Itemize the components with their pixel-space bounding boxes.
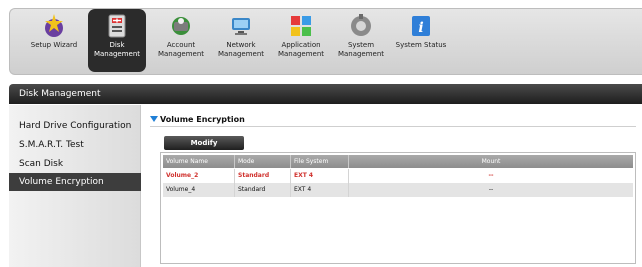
section-divider <box>150 126 636 127</box>
toolbar-application-management[interactable]: Application Management <box>272 9 330 72</box>
modify-button[interactable]: Modify <box>164 136 244 150</box>
cell-mode: Standard <box>235 169 291 183</box>
sidebar-item-label: Volume Encryption <box>19 177 104 187</box>
sidebar-item-label: Hard Drive Configuration <box>19 121 132 131</box>
svg-text:i: i <box>418 20 423 36</box>
application-management-icon <box>291 16 311 36</box>
cell-mount: -- <box>488 186 494 193</box>
table-row[interactable]: Volume_2 Standard EXT 4 -- <box>163 169 633 183</box>
table-row[interactable]: Volume_4 Standard EXT 4 -- <box>163 183 633 197</box>
system-management-icon <box>351 14 371 36</box>
column-header-mount[interactable]: Mount <box>349 155 633 168</box>
sidebar: Hard Drive Configuration S.M.A.R.T. Test… <box>9 105 141 267</box>
section-header[interactable]: Volume Encryption <box>150 115 245 124</box>
network-management-icon <box>232 18 250 35</box>
toolbar-network-management[interactable]: Network Management <box>212 9 270 72</box>
cell-mode: Standard <box>235 183 291 197</box>
toolbar-account-management[interactable]: Account Management <box>152 9 210 72</box>
cell-file-system: EXT 4 <box>291 183 349 197</box>
collapse-triangle-icon <box>150 116 158 122</box>
table-header: Volume Name Mode File System Mount <box>163 155 633 168</box>
wizard-icon <box>45 14 63 37</box>
column-header-mode[interactable]: Mode <box>235 155 291 168</box>
sidebar-item-smart-test[interactable]: S.M.A.R.T. Test <box>9 136 141 154</box>
column-header-volume-name[interactable]: Volume Name <box>163 155 235 168</box>
cell-mount: -- <box>488 172 494 179</box>
page-title: Disk Management <box>19 89 101 99</box>
top-toolbar: Setup Wizard Disk Management Account Man… <box>0 0 642 81</box>
sidebar-item-hard-drive-configuration[interactable]: Hard Drive Configuration <box>9 117 141 135</box>
sidebar-item-label: Scan Disk <box>19 159 64 169</box>
toolbar-system-status[interactable]: i System Status <box>392 9 450 72</box>
cell-file-system: EXT 4 <box>291 169 349 183</box>
account-management-icon <box>172 17 190 35</box>
page-title-bar: Disk Management <box>9 84 642 104</box>
toolbar-system-management[interactable]: System Management <box>332 9 390 72</box>
system-status-icon: i <box>412 16 430 36</box>
toolbar-disk-management[interactable]: Disk Management <box>88 9 146 72</box>
section-title: Volume Encryption <box>160 115 245 124</box>
volume-table: Volume Name Mode File System Mount Volum… <box>160 152 636 264</box>
column-header-file-system[interactable]: File System <box>291 155 349 168</box>
sidebar-item-scan-disk[interactable]: Scan Disk <box>9 155 141 173</box>
toolbar-setup-wizard[interactable]: Setup Wizard <box>26 9 82 72</box>
disk-management-icon <box>108 14 126 38</box>
cell-volume-name: Volume_2 <box>163 169 235 183</box>
sidebar-item-label: S.M.A.R.T. Test <box>19 140 84 150</box>
cell-volume-name: Volume_4 <box>163 183 235 197</box>
sidebar-item-volume-encryption[interactable]: Volume Encryption <box>9 173 141 191</box>
